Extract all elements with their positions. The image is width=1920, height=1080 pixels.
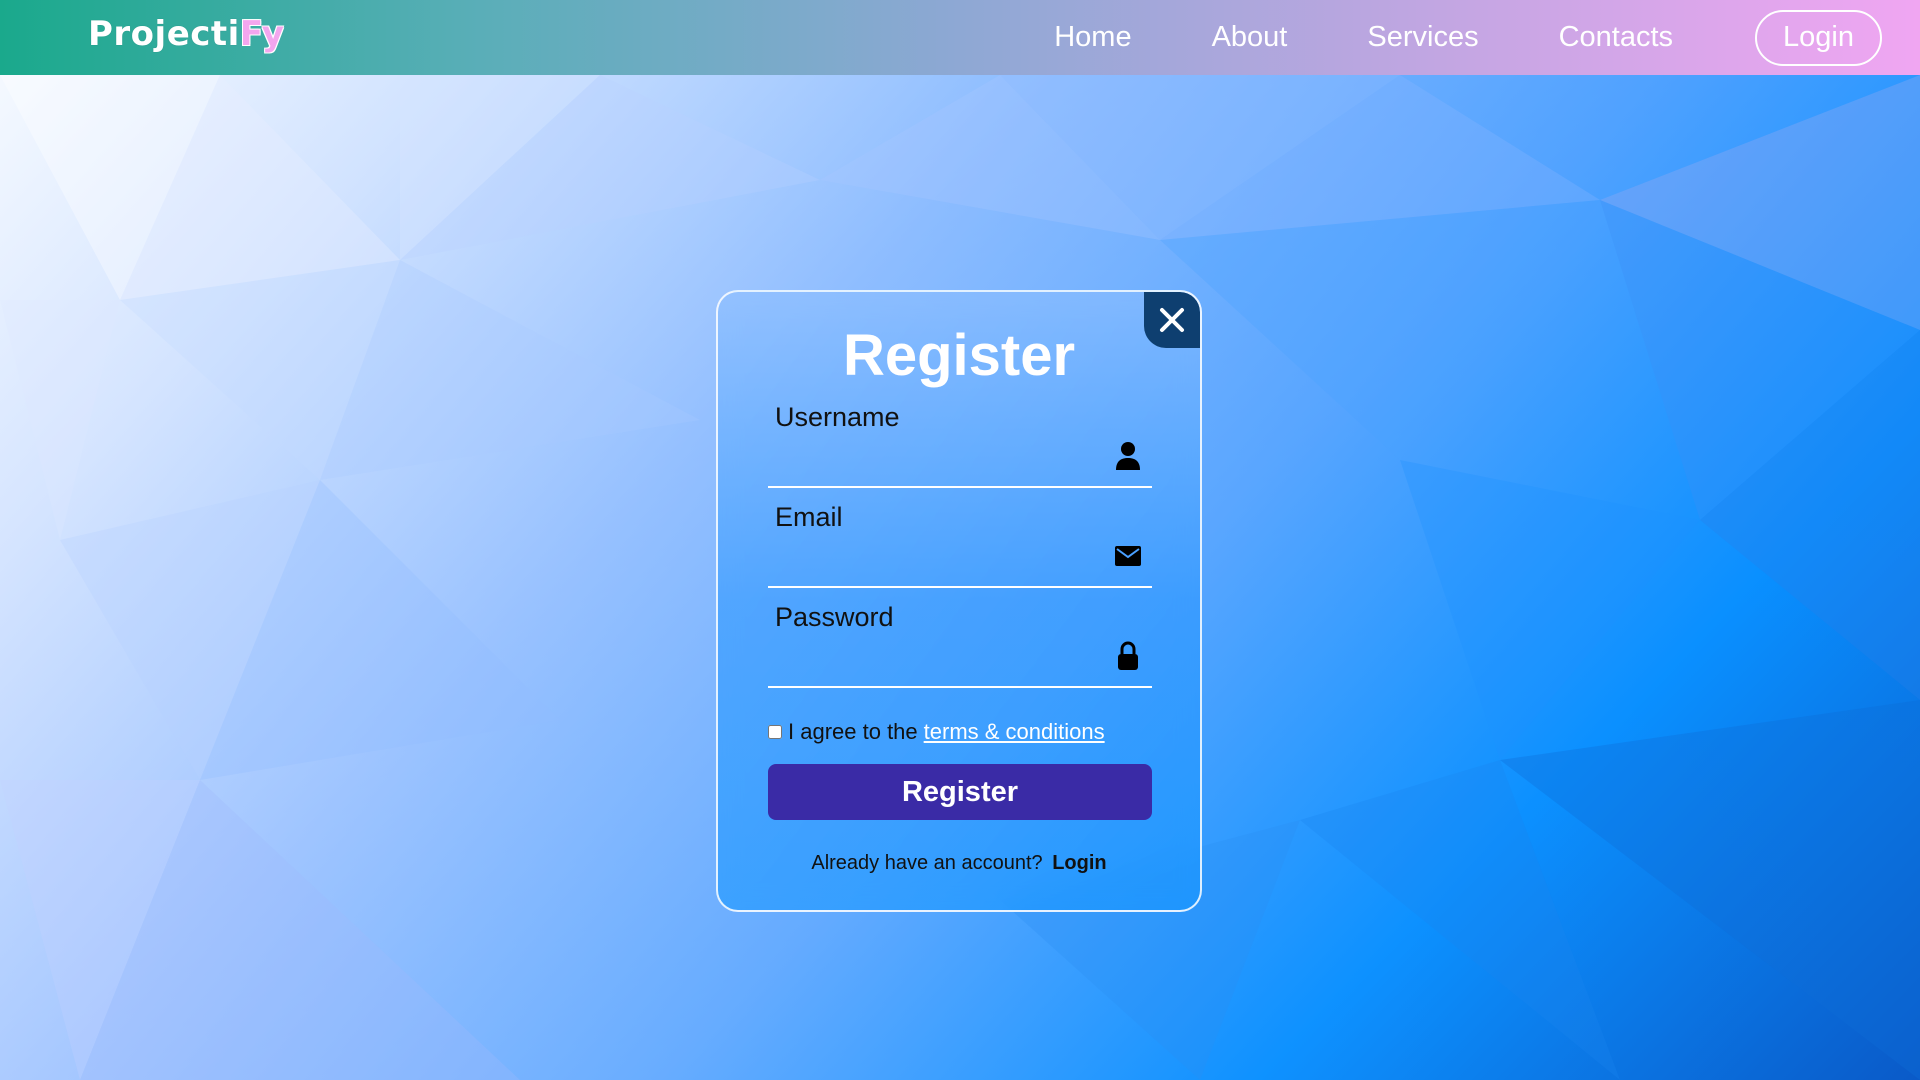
main-nav: Home About Services Contacts Login (1054, 0, 1920, 75)
top-navbar: ProjectiFy Home About Services Contacts … (0, 0, 1920, 75)
nav-link-about[interactable]: About (1212, 21, 1288, 54)
password-input[interactable] (775, 642, 1109, 680)
nav-link-contacts[interactable]: Contacts (1559, 21, 1673, 54)
email-field: Email (768, 502, 1152, 588)
nav-link-home[interactable]: Home (1054, 21, 1131, 54)
password-field: Password (768, 602, 1152, 688)
logo[interactable]: ProjectiFy (88, 14, 284, 54)
mail-icon (1114, 540, 1142, 572)
login-link[interactable]: Login (1052, 852, 1106, 874)
terms-link[interactable]: terms & conditions (924, 719, 1105, 745)
email-label: Email (775, 502, 843, 532)
email-input[interactable] (775, 542, 1109, 580)
terms-checkbox[interactable] (768, 725, 782, 739)
logo-accent-text: Fy (239, 14, 285, 54)
username-label: Username (775, 402, 900, 432)
username-field: Username (768, 402, 1152, 488)
logo-main-text: Projecti (88, 14, 240, 54)
nav-link-services[interactable]: Services (1367, 21, 1478, 54)
register-button[interactable]: Register (768, 764, 1152, 820)
modal-title: Register (842, 323, 1076, 388)
login-prompt: Already have an account? Login (718, 852, 1200, 875)
password-label: Password (775, 602, 894, 632)
username-input[interactable] (775, 442, 1109, 480)
header-login-button[interactable]: Login (1755, 9, 1882, 66)
register-modal: Register Username Email Password I agree… (716, 290, 1202, 912)
agree-text: I agree to the (788, 719, 918, 744)
login-prompt-text: Already have an account? (811, 852, 1043, 874)
lock-icon (1114, 640, 1142, 672)
user-icon (1114, 440, 1142, 472)
terms-agreement: I agree to the terms & conditions (768, 719, 1105, 745)
